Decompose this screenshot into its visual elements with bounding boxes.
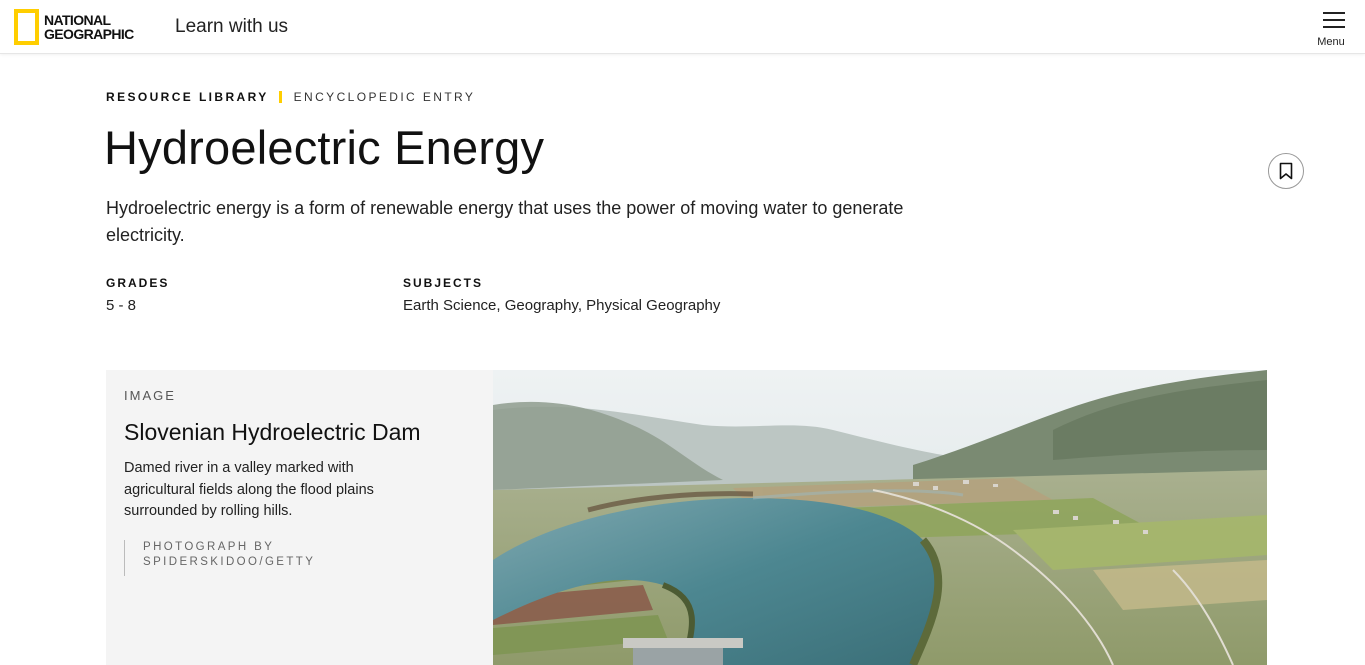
image-title: Slovenian Hydroelectric Dam <box>124 419 421 445</box>
breadcrumb: RESOURCE LIBRARY ENCYCLOPEDIC ENTRY <box>106 90 475 104</box>
breadcrumb-resource-library[interactable]: RESOURCE LIBRARY <box>106 90 269 104</box>
menu-label: Menu <box>1317 36 1345 48</box>
photo-credit-line-2: SPIDERSKIDOO/GETTY <box>143 556 316 568</box>
photo-credit-line-1: PHOTOGRAPH BY <box>143 541 275 553</box>
bookmark-icon <box>1279 162 1293 180</box>
bookmark-button[interactable] <box>1268 153 1304 189</box>
learn-with-us-link[interactable]: Learn with us <box>175 16 288 38</box>
breadcrumb-divider <box>278 91 282 103</box>
image-caption-card: IMAGE Slovenian Hydroelectric Dam Damed … <box>106 370 493 665</box>
menu-button[interactable]: Menu <box>1317 12 1349 48</box>
subjects-value: Earth Science, Geography, Physical Geogr… <box>403 297 721 314</box>
site-header: NATIONAL GEOGRAPHIC Learn with us Menu <box>0 0 1365 54</box>
hamburger-menu-icon <box>1323 12 1345 28</box>
photo-credit: PHOTOGRAPH BY SPIDERSKIDOO/GETTY <box>124 540 315 576</box>
hydroelectric-dam-photo[interactable] <box>493 370 1267 665</box>
image-kicker: IMAGE <box>124 388 176 403</box>
logo-line-1: NATIONAL <box>44 12 111 28</box>
subjects-label: SUBJECTS <box>403 276 484 290</box>
grades-label: GRADES <box>106 276 170 290</box>
breadcrumb-entry-type: ENCYCLOPEDIC ENTRY <box>293 90 476 104</box>
logo-line-2: GEOGRAPHIC <box>44 26 134 42</box>
article-description: Hydroelectric energy is a form of renewa… <box>106 198 904 245</box>
logo-yellow-border-icon <box>14 9 39 45</box>
image-description: Damed river in a valley marked with agri… <box>124 460 374 519</box>
natgeo-logo[interactable]: NATIONAL GEOGRAPHIC <box>14 9 134 45</box>
dam-landscape-illustration <box>493 370 1267 665</box>
page-title: Hydroelectric Energy <box>104 121 545 174</box>
grades-value: 5 - 8 <box>106 297 137 314</box>
